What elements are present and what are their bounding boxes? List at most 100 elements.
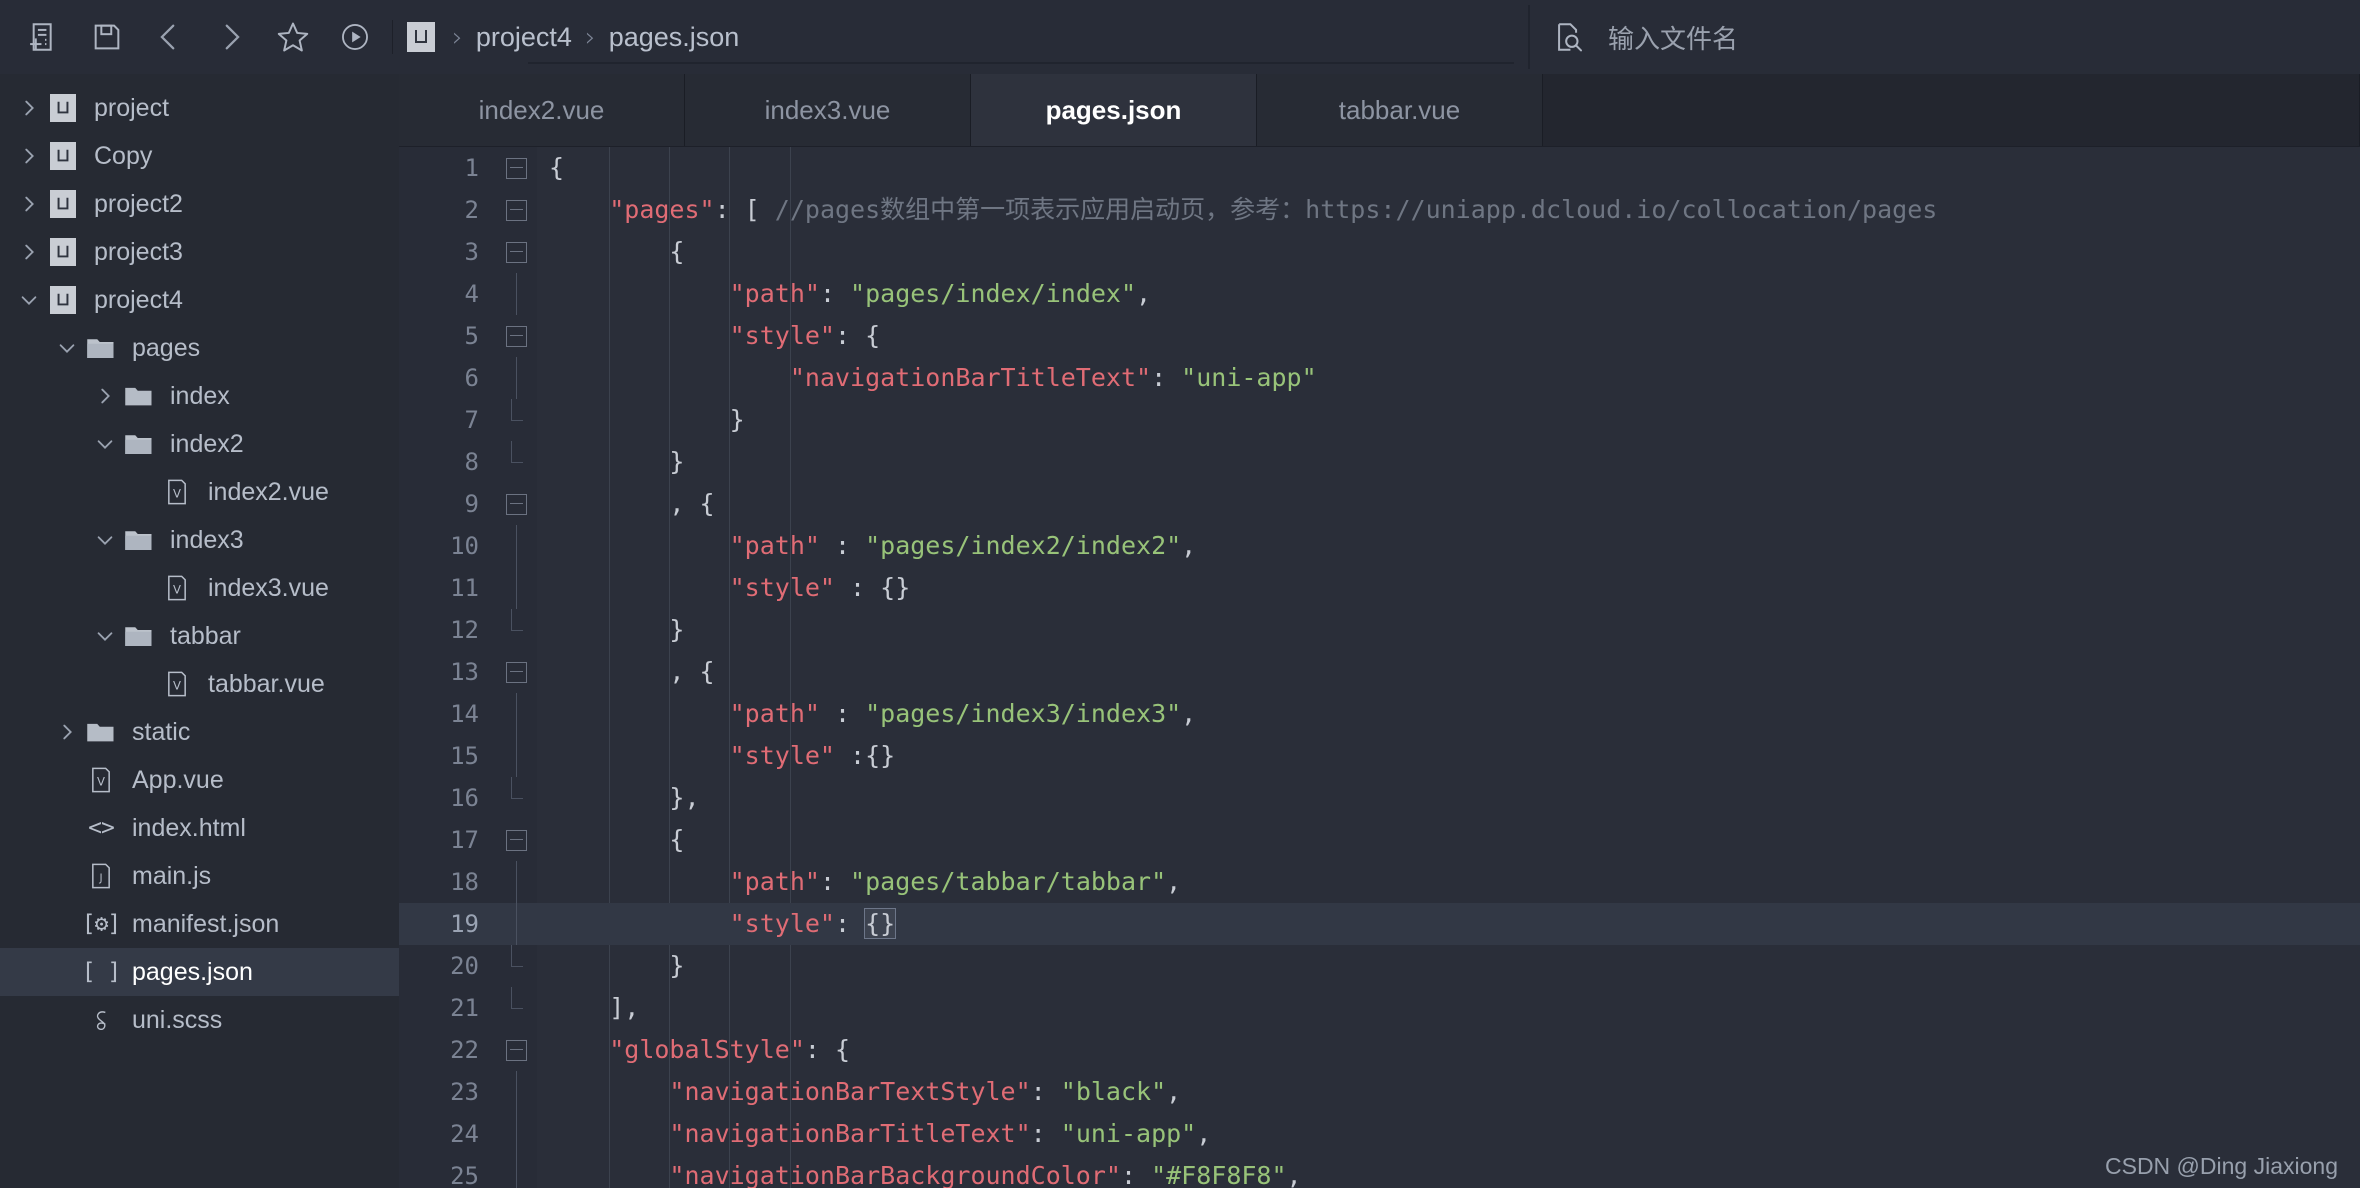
search-input[interactable]: 输入文件名 xyxy=(1608,19,1738,56)
fold-marker[interactable] xyxy=(495,189,537,231)
editor-tab-pages-json[interactable]: pages.json xyxy=(971,74,1257,146)
chevron-right-icon[interactable] xyxy=(14,97,44,119)
explorer-item-index-html[interactable]: <> index.html xyxy=(0,804,399,852)
code-line[interactable]: "navigationBarTitleText": "uni-app", xyxy=(537,1113,2360,1155)
code-line[interactable]: } xyxy=(537,441,2360,483)
code-line[interactable]: "path" : "pages/index3/index3", xyxy=(537,693,2360,735)
chevron-right-icon[interactable] xyxy=(14,193,44,215)
code-token-punct: , xyxy=(1136,279,1152,308)
explorer-item-pages[interactable]: pages xyxy=(0,324,399,372)
code-line[interactable]: "globalStyle": { xyxy=(537,1029,2360,1071)
breadcrumb-item-file[interactable]: pages.json xyxy=(609,22,740,53)
code-line[interactable]: { xyxy=(537,231,2360,273)
fold-marker[interactable] xyxy=(495,147,537,189)
explorer-item-project2[interactable]: project2 xyxy=(0,180,399,228)
explorer-item-tabbar[interactable]: tabbar xyxy=(0,612,399,660)
code-line[interactable]: } xyxy=(537,945,2360,987)
explorer-item-index3-vue[interactable]: Vindex3.vue xyxy=(0,564,399,612)
explorer-item-main-js[interactable]: Jmain.js xyxy=(0,852,399,900)
code-content[interactable]: { "pages": [ //pages数组中第一项表示应用启动页，参考：htt… xyxy=(537,147,2360,1188)
chevron-right-icon[interactable] xyxy=(14,241,44,263)
code-line[interactable]: }, xyxy=(537,777,2360,819)
explorer-item-index2[interactable]: index2 xyxy=(0,420,399,468)
code-line[interactable]: "style": {} xyxy=(537,903,2360,945)
fold-marker[interactable] xyxy=(495,651,537,693)
code-line[interactable]: "path": "pages/tabbar/tabbar", xyxy=(537,861,2360,903)
vue-file-icon: V xyxy=(168,671,186,697)
chevron-down-icon[interactable] xyxy=(90,625,120,647)
new-file-icon[interactable] xyxy=(14,8,76,66)
chevron-down-icon[interactable] xyxy=(52,337,82,359)
fold-toggle-icon[interactable] xyxy=(505,157,527,179)
code-line[interactable]: "navigationBarBackgroundColor": "#F8F8F8… xyxy=(537,1155,2360,1188)
code-line[interactable]: "style" :{} xyxy=(537,735,2360,777)
code-folding-column[interactable] xyxy=(495,147,537,1188)
fold-end-marker xyxy=(510,608,523,631)
code-line[interactable]: "path": "pages/index/index", xyxy=(537,273,2360,315)
explorer-item-label: static xyxy=(132,717,191,746)
explorer-item-label: main.js xyxy=(132,861,212,890)
code-line[interactable]: "style": { xyxy=(537,315,2360,357)
fold-toggle-icon[interactable] xyxy=(505,199,527,221)
explorer-item-index[interactable]: index xyxy=(0,372,399,420)
fold-toggle-icon[interactable] xyxy=(505,1039,527,1061)
fold-marker[interactable] xyxy=(495,231,537,273)
fold-toggle-icon[interactable] xyxy=(505,829,527,851)
explorer-item-tabbar-vue[interactable]: Vtabbar.vue xyxy=(0,660,399,708)
code-line[interactable]: { xyxy=(537,147,2360,189)
fold-marker[interactable] xyxy=(495,1029,537,1071)
explorer-item-project4[interactable]: project4 xyxy=(0,276,399,324)
code-line[interactable]: , { xyxy=(537,483,2360,525)
fold-toggle-icon[interactable] xyxy=(505,325,527,347)
code-line[interactable]: , { xyxy=(537,651,2360,693)
fold-toggle-icon[interactable] xyxy=(505,241,527,263)
chevron-right-icon[interactable] xyxy=(90,385,120,407)
chevron-down-icon[interactable] xyxy=(14,289,44,311)
chevron-right-icon[interactable] xyxy=(14,145,44,167)
fold-marker[interactable] xyxy=(495,483,537,525)
code-line[interactable]: "path" : "pages/index2/index2", xyxy=(537,525,2360,567)
code-line[interactable]: { xyxy=(537,819,2360,861)
code-line[interactable]: } xyxy=(537,399,2360,441)
explorer-item-index2-vue[interactable]: Vindex2.vue xyxy=(0,468,399,516)
editor-tab-index2-vue[interactable]: index2.vue xyxy=(399,74,685,146)
code-token-punct: ], xyxy=(609,993,640,1022)
chevron-down-icon[interactable] xyxy=(90,529,120,551)
explorer-item-manifest-json[interactable]: [⚙] manifest.json xyxy=(0,900,399,948)
code-line[interactable]: "navigationBarTitleText": "uni-app" xyxy=(537,357,2360,399)
fold-marker[interactable] xyxy=(495,315,537,357)
fold-toggle-icon[interactable] xyxy=(505,661,527,683)
explorer-item-index3[interactable]: index3 xyxy=(0,516,399,564)
explorer-item-uni-scss[interactable]: uni.scss xyxy=(0,996,399,1044)
file-search-box[interactable]: 输入文件名 xyxy=(1528,5,1738,69)
uniapp-icon xyxy=(407,22,435,52)
project-explorer[interactable]: project Copy project2 project3 project4 pages… xyxy=(0,74,399,1188)
chevron-right-icon[interactable] xyxy=(52,721,82,743)
explorer-item-pages-json[interactable]: [ ] pages.json xyxy=(0,948,399,996)
explorer-item-app-vue[interactable]: V App.vue xyxy=(0,756,399,804)
save-icon[interactable] xyxy=(76,8,138,66)
code-line[interactable]: "style" : {} xyxy=(537,567,2360,609)
forward-icon[interactable] xyxy=(200,8,262,66)
chevron-down-icon[interactable] xyxy=(90,433,120,455)
favorite-star-icon[interactable] xyxy=(262,8,324,66)
editor-tab-tabbar-vue[interactable]: tabbar.vue xyxy=(1257,74,1543,146)
explorer-item-static[interactable]: static xyxy=(0,708,399,756)
fold-marker[interactable] xyxy=(495,819,537,861)
editor-tabbar[interactable]: index2.vue index3.vue pages.json tabbar.vue xyxy=(399,74,2360,147)
code-line[interactable]: ], xyxy=(537,987,2360,1029)
breadcrumb-item-project[interactable]: project4 xyxy=(476,22,572,53)
explorer-item-project3[interactable]: project3 xyxy=(0,228,399,276)
code-line[interactable]: "pages": [ //pages数组中第一项表示应用启动页，参考：https… xyxy=(537,189,2360,231)
editor-tab-index3-vue[interactable]: index3.vue xyxy=(685,74,971,146)
explorer-item-project[interactable]: project xyxy=(0,84,399,132)
run-icon[interactable] xyxy=(324,8,386,66)
explorer-item-copy[interactable]: Copy xyxy=(0,132,399,180)
fold-toggle-icon[interactable] xyxy=(505,493,527,515)
back-icon[interactable] xyxy=(138,8,200,66)
code-editor[interactable]: 1 2 3 4 5 6 7 8 9 10 11 12 13 14 15 16 17 18 19 20 21 22 23 24 2… xyxy=(399,147,2360,1188)
code-line[interactable]: } xyxy=(537,609,2360,651)
code-line[interactable]: "navigationBarTextStyle": "black", xyxy=(537,1071,2360,1113)
